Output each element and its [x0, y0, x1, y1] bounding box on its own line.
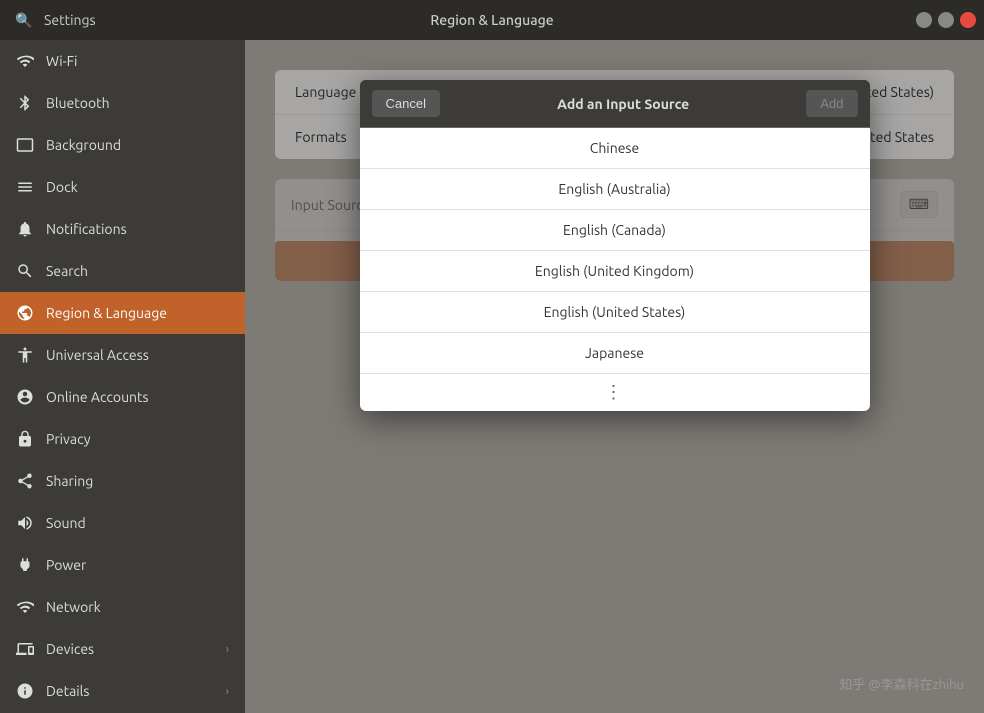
sidebar-item-online-accounts[interactable]: Online Accounts [0, 376, 245, 418]
sound-icon [16, 514, 34, 532]
region-icon [16, 304, 34, 322]
sidebar-item-dock[interactable]: Dock [0, 166, 245, 208]
dialog-add-button[interactable]: Add [806, 90, 857, 117]
background-icon [16, 136, 34, 154]
sidebar: Wi-Fi Bluetooth Background Dock Notifica [0, 40, 245, 713]
online-accounts-icon [16, 388, 34, 406]
sidebar-item-sharing[interactable]: Sharing [0, 460, 245, 502]
sidebar-item-network[interactable]: Network [0, 586, 245, 628]
add-input-source-dialog: Cancel Add an Input Source Add Chinese E… [360, 80, 870, 411]
dialog-title: Add an Input Source [440, 96, 806, 112]
sidebar-item-label: Sharing [46, 473, 93, 489]
list-item-english-uk[interactable]: English (United Kingdom) [360, 251, 870, 292]
notifications-icon [16, 220, 34, 238]
universal-access-icon [16, 346, 34, 364]
search-icon [16, 262, 34, 280]
sidebar-item-label: Network [46, 599, 101, 615]
wifi-icon [16, 52, 34, 70]
sidebar-item-bluetooth[interactable]: Bluetooth [0, 82, 245, 124]
details-icon [16, 682, 34, 700]
sidebar-item-label: Notifications [46, 221, 127, 237]
sidebar-item-label: Privacy [46, 431, 90, 447]
privacy-icon [16, 430, 34, 448]
sidebar-item-details[interactable]: Details › [0, 670, 245, 712]
bluetooth-icon [16, 94, 34, 112]
list-item-more[interactable]: ⋮ [360, 374, 870, 411]
list-item-english-au[interactable]: English (Australia) [360, 169, 870, 210]
devices-icon [16, 640, 34, 658]
sidebar-item-privacy[interactable]: Privacy [0, 418, 245, 460]
sidebar-item-label: Online Accounts [46, 389, 149, 405]
search-icon-titlebar[interactable]: 🔍 [10, 6, 38, 34]
sidebar-item-label: Bluetooth [46, 95, 110, 111]
close-button[interactable] [960, 12, 976, 28]
sidebar-item-label: Sound [46, 515, 86, 531]
sidebar-item-background[interactable]: Background [0, 124, 245, 166]
sidebar-item-devices[interactable]: Devices › [0, 628, 245, 670]
maximize-button[interactable] [938, 12, 954, 28]
minimize-button[interactable] [916, 12, 932, 28]
sidebar-item-sound[interactable]: Sound [0, 502, 245, 544]
sidebar-item-label: Wi-Fi [46, 53, 77, 69]
sidebar-item-wifi[interactable]: Wi-Fi [0, 40, 245, 82]
sidebar-item-label: Region & Language [46, 305, 167, 321]
window-title: Region & Language [430, 12, 553, 28]
titlebar: 🔍 Settings Region & Language [0, 0, 984, 40]
sidebar-item-search[interactable]: Search [0, 250, 245, 292]
sidebar-item-power[interactable]: Power [0, 544, 245, 586]
dialog-cancel-button[interactable]: Cancel [372, 90, 440, 117]
dialog-overlay: Cancel Add an Input Source Add Chinese E… [245, 40, 984, 713]
app-name-label: Settings [44, 12, 96, 28]
sidebar-item-label: Devices [46, 641, 94, 657]
power-icon [16, 556, 34, 574]
list-item-english-ca[interactable]: English (Canada) [360, 210, 870, 251]
dock-icon [16, 178, 34, 196]
sidebar-item-label: Search [46, 263, 88, 279]
content-area: Language English (United States) Formats… [245, 40, 984, 713]
list-item-japanese[interactable]: Japanese [360, 333, 870, 374]
sidebar-item-label: Universal Access [46, 347, 149, 363]
sidebar-item-label: Background [46, 137, 121, 153]
sidebar-item-region-language[interactable]: Region & Language [0, 292, 245, 334]
chevron-right-icon: › [226, 685, 229, 698]
sidebar-item-universal-access[interactable]: Universal Access [0, 334, 245, 376]
chevron-right-icon: › [226, 643, 229, 656]
network-icon [16, 598, 34, 616]
dialog-list: Chinese English (Australia) English (Can… [360, 127, 870, 411]
sidebar-item-label: Dock [46, 179, 78, 195]
sidebar-item-notifications[interactable]: Notifications [0, 208, 245, 250]
sidebar-item-label: Details [46, 683, 89, 699]
sidebar-item-label: Power [46, 557, 86, 573]
list-item-chinese[interactable]: Chinese [360, 128, 870, 169]
sharing-icon [16, 472, 34, 490]
list-item-english-us[interactable]: English (United States) [360, 292, 870, 333]
